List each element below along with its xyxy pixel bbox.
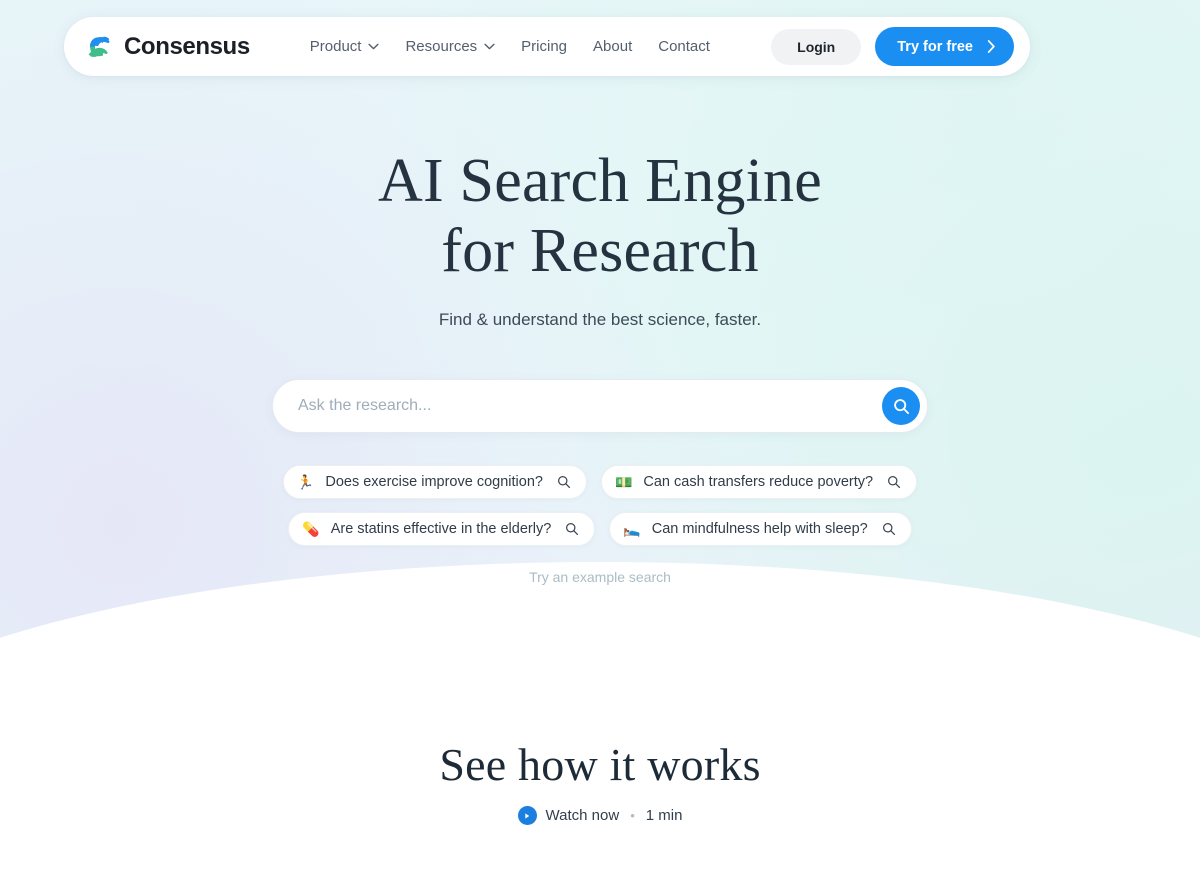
- example-chip-exercise[interactable]: 🏃 Does exercise improve cognition?: [282, 465, 587, 499]
- search-input[interactable]: [298, 397, 882, 415]
- page-root: Consensus Product Resources Pricing Abou…: [0, 0, 1200, 876]
- example-chip-statins-label: Are statins effective in the elderly?: [330, 521, 552, 537]
- watch-now-row: Watch now • 1 min: [517, 806, 683, 825]
- search-icon: [888, 476, 901, 489]
- example-chip-mindfulness-label: Can mindfulness help with sleep?: [651, 521, 868, 537]
- example-chip-cash-transfers-label: Can cash transfers reduce poverty?: [643, 474, 874, 490]
- search-submit-button[interactable]: [882, 387, 920, 425]
- headline-line-1: AI Search Engine: [378, 147, 822, 215]
- hero-subtitle: Find & understand the best science, fast…: [438, 310, 762, 329]
- search-bar[interactable]: [272, 379, 928, 433]
- bed-emoji: 🛌: [623, 521, 641, 537]
- example-chip-statins[interactable]: 💊 Are statins effective in the elderly?: [288, 512, 596, 546]
- example-chip-mindfulness[interactable]: 🛌 Can mindfulness help with sleep?: [609, 512, 912, 546]
- search-icon: [893, 398, 909, 414]
- page-title: AI Search Engine for Research: [378, 146, 822, 286]
- hero-section: AI Search Engine for Research Find & und…: [0, 0, 1200, 585]
- search-icon: [557, 476, 571, 489]
- see-how-it-works-section: See how it works Watch now • 1 min: [0, 738, 1200, 825]
- search-icon: [566, 523, 579, 536]
- search-icon: [882, 523, 895, 536]
- runner-emoji: 🏃: [296, 474, 315, 490]
- see-how-it-works-title: See how it works: [439, 739, 761, 790]
- money-emoji: 💵: [614, 474, 633, 490]
- separator-dot: •: [630, 808, 635, 823]
- play-icon: [525, 812, 530, 819]
- pill-emoji: 💊: [302, 521, 320, 537]
- headline-line-2: for Research: [441, 217, 759, 285]
- watch-now-label[interactable]: Watch now: [546, 807, 620, 824]
- video-duration: 1 min: [645, 807, 683, 824]
- example-search-hint: Try an example search: [529, 569, 671, 585]
- example-chip-exercise-label: Does exercise improve cognition?: [325, 474, 543, 490]
- example-search-chips: 🏃 Does exercise improve cognition? 💵 Can…: [250, 465, 950, 546]
- play-button[interactable]: [517, 806, 537, 825]
- example-chip-cash-transfers[interactable]: 💵 Can cash transfers reduce poverty?: [600, 465, 918, 499]
